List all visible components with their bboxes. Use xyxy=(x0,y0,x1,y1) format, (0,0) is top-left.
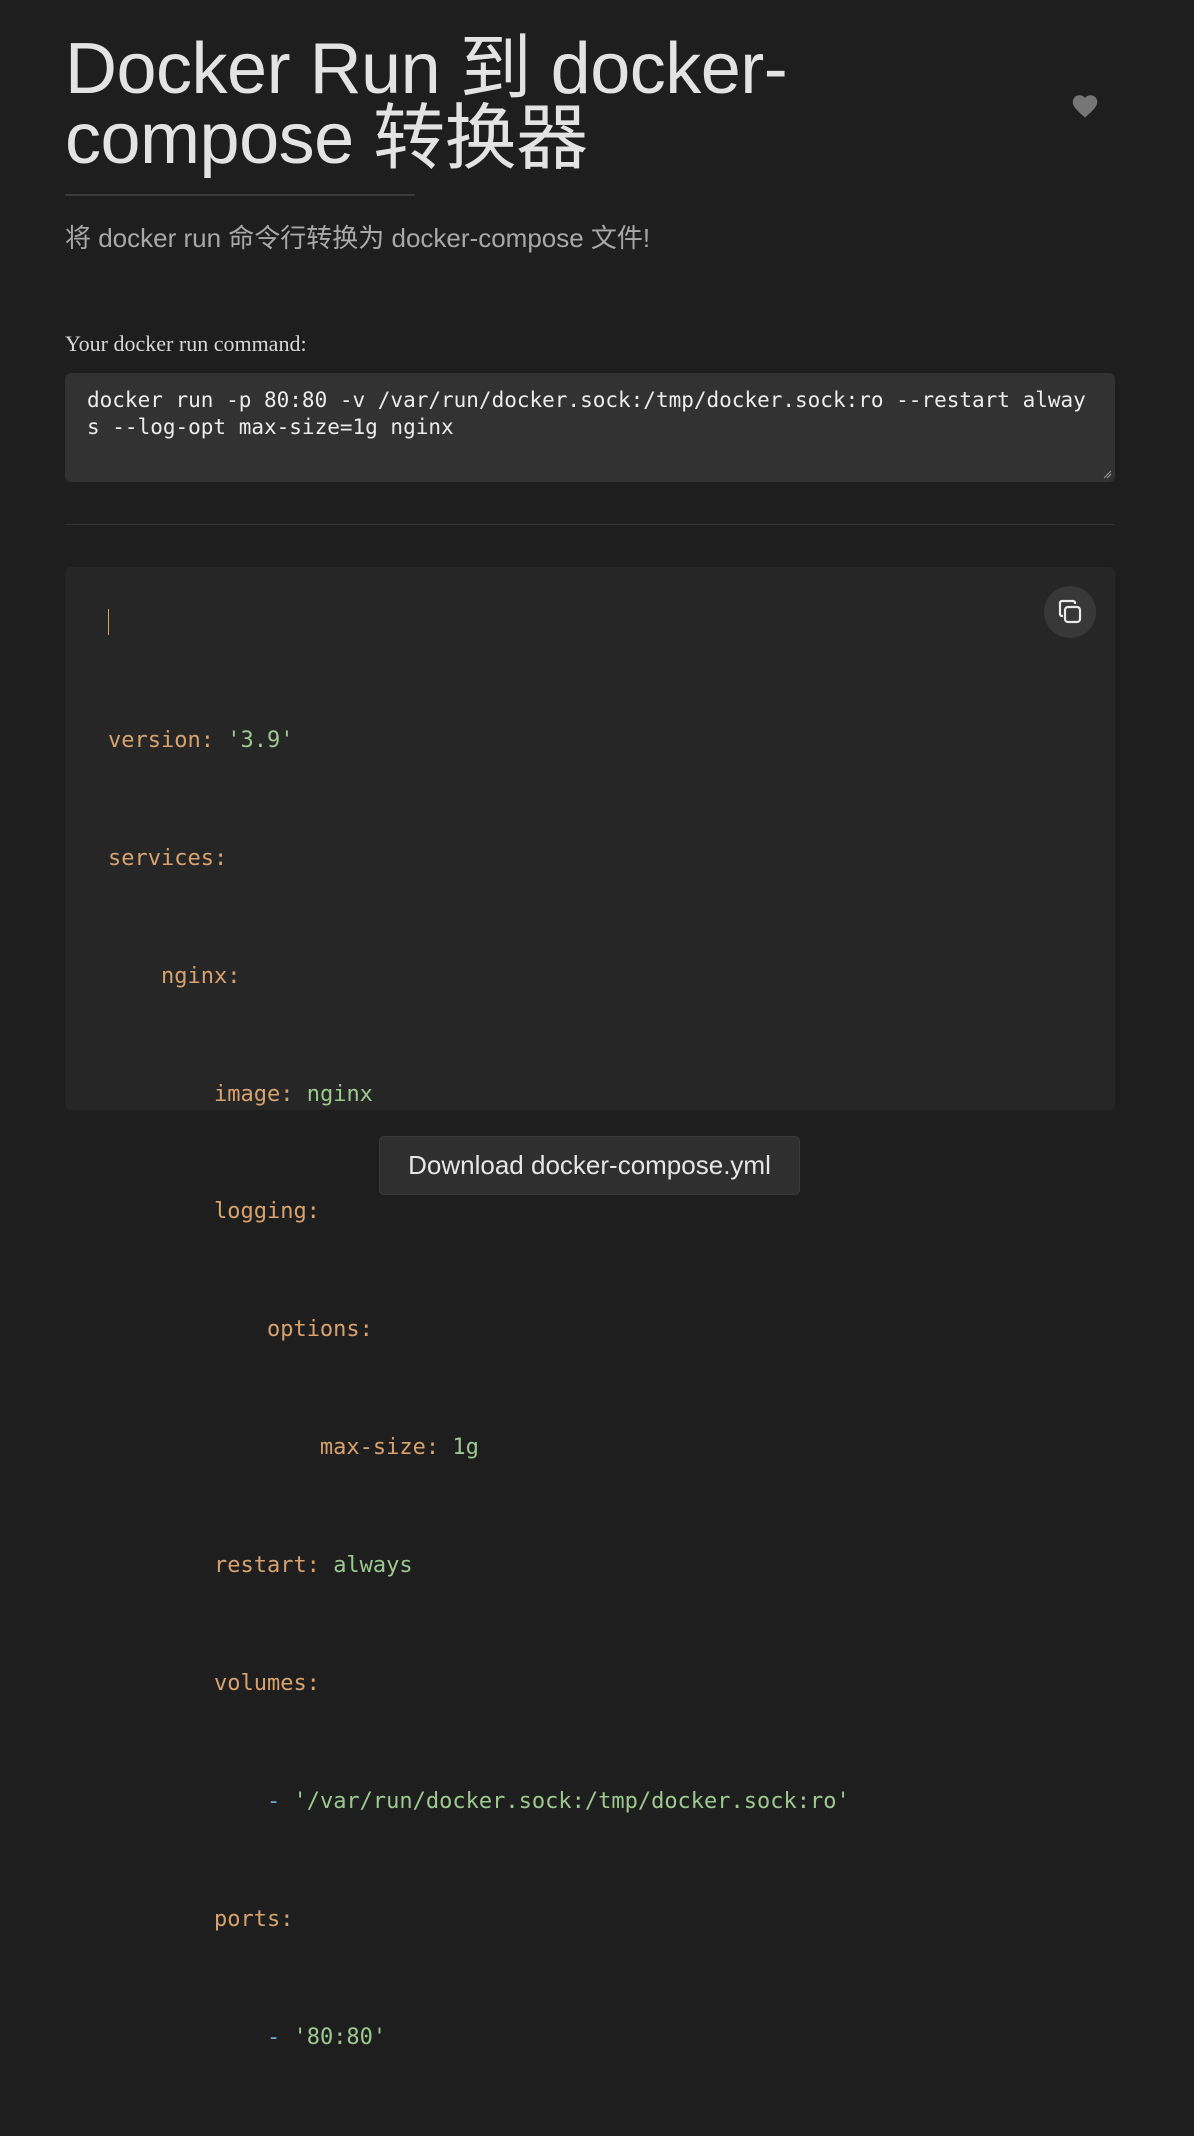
compose-yaml-code: version: '3.9' services: nginx: image: n… xyxy=(108,603,850,2136)
yaml-line: services: xyxy=(108,845,228,871)
download-compose-button[interactable]: Download docker-compose.yml xyxy=(379,1136,800,1195)
yaml-line: logging: xyxy=(213,1199,320,1225)
yaml-line: options: xyxy=(266,1317,373,1343)
yaml-line: version: '3.9' xyxy=(108,727,294,753)
command-text: docker run -p 80:80 -v /var/run/docker.s… xyxy=(87,388,1086,439)
heart-icon[interactable] xyxy=(1071,93,1099,119)
page-subtitle: 将 docker run 命令行转换为 docker-compose 文件! xyxy=(65,223,651,253)
yaml-line: restart: always xyxy=(213,1553,413,1579)
page-title: Docker Run 到 docker-compose 转换器 xyxy=(65,29,788,179)
command-label: Your docker run command: xyxy=(65,331,307,356)
compose-output-panel: version: '3.9' services: nginx: image: n… xyxy=(65,567,1115,2050)
text-caret xyxy=(108,609,109,635)
resize-grip-icon[interactable] xyxy=(1102,469,1112,479)
section-divider xyxy=(65,524,1115,525)
yaml-line: nginx: xyxy=(160,963,241,989)
yaml-line: ports: xyxy=(213,1906,294,1932)
docker-run-command-input[interactable]: docker run -p 80:80 -v /var/run/docker.s… xyxy=(65,373,1115,482)
yaml-line: volumes: xyxy=(213,1671,320,1697)
copy-icon xyxy=(1058,599,1082,624)
yaml-line: image: nginx xyxy=(213,1081,373,1107)
yaml-line: - '80:80' xyxy=(266,2024,387,2050)
yaml-line: max-size: 1g xyxy=(319,1435,479,1461)
yaml-line: - '/var/run/docker.sock:/tmp/docker.sock… xyxy=(266,1788,850,1814)
copy-button[interactable] xyxy=(1044,586,1096,638)
title-underline xyxy=(65,194,415,196)
